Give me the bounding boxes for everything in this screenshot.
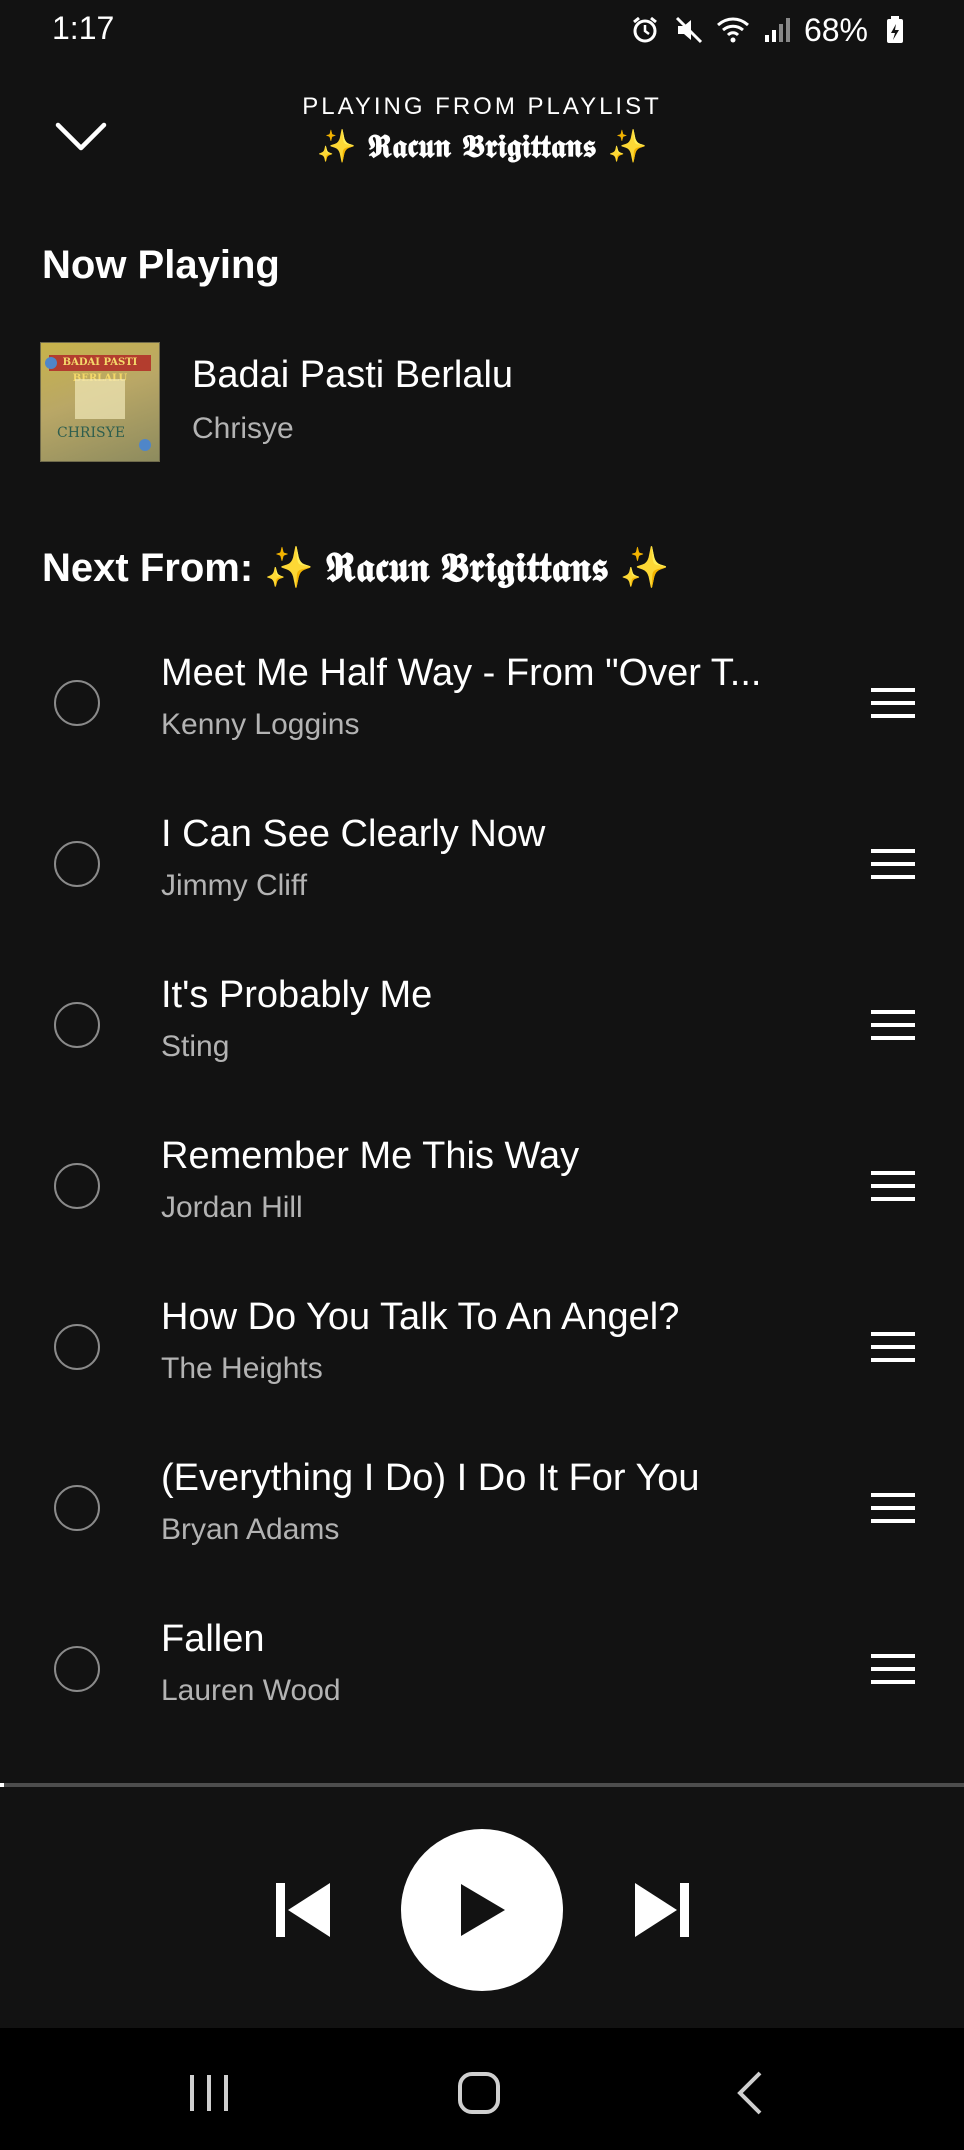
album-art: BADAI PASTI BERLALU CHRISYE — [40, 342, 160, 462]
mute-icon — [672, 13, 706, 47]
status-time: 1:17 — [52, 10, 115, 46]
track-artist: Jordan Hill — [161, 1191, 303, 1224]
battery-icon — [878, 13, 912, 47]
select-checkbox[interactable] — [54, 1163, 100, 1209]
recents-button[interactable] — [169, 2058, 249, 2128]
track-title: It's Probably Me — [161, 974, 433, 1016]
play-icon — [461, 1884, 505, 1936]
player-header: PLAYING FROM PLAYLIST ✨ 𝕽𝖆𝖈𝖚𝖓 𝕭𝖗𝖎𝖌𝖎𝖙𝖙𝖆𝖓𝖘… — [0, 85, 964, 185]
recents-icon — [190, 2075, 228, 2111]
album-art-dot — [139, 439, 151, 451]
select-checkbox[interactable] — [54, 1485, 100, 1531]
track-artist: The Heights — [161, 1352, 323, 1385]
track-artist: Sting — [161, 1030, 230, 1063]
wifi-icon — [716, 13, 750, 47]
skip-previous-icon — [276, 1883, 330, 1937]
album-art-figure — [75, 379, 125, 419]
album-art-dot — [45, 357, 57, 369]
track-title: (Everything I Do) I Do It For You — [161, 1457, 700, 1499]
back-button[interactable] — [710, 2058, 790, 2128]
progress-bar[interactable] — [0, 1783, 964, 1787]
drag-handle-icon[interactable] — [868, 680, 918, 726]
track-title: Meet Me Half Way - From "Over T... — [161, 652, 762, 694]
battery-percent: 68% — [803, 11, 868, 48]
track-title: Fallen — [161, 1618, 265, 1660]
queue-item[interactable]: (Everything I Do) I Do It For You Bryan … — [0, 1429, 964, 1590]
next-from-heading: Next From: ✨ 𝕽𝖆𝖈𝖚𝖓 𝕭𝖗𝖎𝖌𝖎𝖙𝖙𝖆𝖓𝖘 ✨ — [42, 546, 670, 590]
skip-next-icon — [635, 1883, 689, 1937]
select-checkbox[interactable] — [54, 841, 100, 887]
playlist-name[interactable]: ✨ 𝕽𝖆𝖈𝖚𝖓 𝕭𝖗𝖎𝖌𝖎𝖙𝖙𝖆𝖓𝖘 ✨ — [0, 127, 964, 166]
queue-item[interactable]: How Do You Talk To An Angel? The Heights — [0, 1268, 964, 1429]
drag-handle-icon[interactable] — [868, 1002, 918, 1048]
queue-item[interactable]: Meet Me Half Way - From "Over T... Kenny… — [0, 624, 964, 785]
now-playing-track[interactable]: BADAI PASTI BERLALU CHRISYE Badai Pasti … — [40, 340, 920, 464]
next-button[interactable] — [627, 1875, 697, 1945]
select-checkbox[interactable] — [54, 1646, 100, 1692]
select-checkbox[interactable] — [54, 1002, 100, 1048]
now-playing-heading: Now Playing — [42, 243, 280, 287]
status-icons: 68% — [628, 10, 912, 50]
home-icon — [458, 2072, 500, 2114]
now-playing-artist: Chrisye — [192, 412, 294, 445]
album-art-artist: CHRISYE — [57, 425, 126, 441]
select-checkbox[interactable] — [54, 1324, 100, 1370]
track-title: I Can See Clearly Now — [161, 813, 546, 855]
now-playing-title: Badai Pasti Berlalu — [192, 354, 514, 396]
drag-handle-icon[interactable] — [868, 1163, 918, 1209]
progress-fill — [0, 1783, 4, 1787]
track-title: Remember Me This Way — [161, 1135, 580, 1177]
track-title: How Do You Talk To An Angel? — [161, 1296, 680, 1338]
back-icon — [737, 2071, 762, 2115]
alarm-icon — [628, 13, 662, 47]
playing-from-label: PLAYING FROM PLAYLIST — [302, 93, 662, 120]
track-artist: Jimmy Cliff — [161, 869, 308, 902]
drag-handle-icon[interactable] — [868, 841, 918, 887]
queue-item[interactable]: It's Probably Me Sting — [0, 946, 964, 1107]
queue-item[interactable]: Fallen Lauren Wood — [0, 1590, 964, 1751]
drag-handle-icon[interactable] — [868, 1485, 918, 1531]
drag-handle-icon[interactable] — [868, 1324, 918, 1370]
drag-handle-icon[interactable] — [868, 1646, 918, 1692]
status-bar: 1:17 68% — [0, 0, 964, 60]
playback-controls — [0, 1825, 964, 1995]
play-button[interactable] — [401, 1829, 563, 1991]
home-button[interactable] — [439, 2058, 519, 2128]
signal-icon — [760, 13, 794, 47]
album-art-title: BADAI PASTI BERLALU — [49, 355, 151, 384]
track-artist: Lauren Wood — [161, 1674, 341, 1707]
system-nav-bar — [0, 2028, 964, 2150]
queue-item[interactable]: Remember Me This Way Jordan Hill — [0, 1107, 964, 1268]
previous-button[interactable] — [268, 1875, 338, 1945]
track-artist: Bryan Adams — [161, 1513, 340, 1546]
track-artist: Kenny Loggins — [161, 708, 360, 741]
queue-item[interactable]: I Can See Clearly Now Jimmy Cliff — [0, 785, 964, 946]
select-checkbox[interactable] — [54, 680, 100, 726]
